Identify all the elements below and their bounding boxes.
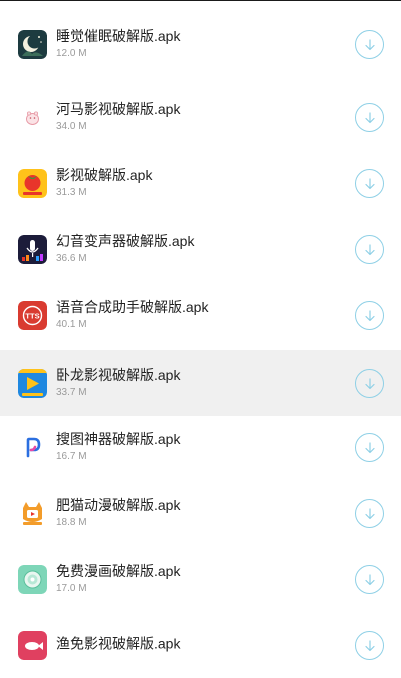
download-button[interactable] (355, 499, 384, 528)
file-name: 肥猫动漫破解版.apk (56, 497, 181, 513)
download-button[interactable] (355, 235, 384, 264)
play-icon (18, 369, 47, 398)
download-arrow-icon (364, 441, 375, 453)
download-arrow-icon (364, 639, 375, 651)
download-button[interactable] (355, 631, 384, 660)
list-item[interactable]: 影视破解版.apk 31.3 M (0, 150, 401, 216)
download-button[interactable] (355, 103, 384, 132)
tomato-icon (18, 169, 47, 198)
file-size: 16.7 M (56, 451, 87, 462)
download-arrow-icon (364, 507, 375, 519)
download-arrow-icon (364, 38, 375, 50)
file-name: 睡觉催眠破解版.apk (56, 28, 181, 44)
microphone-icon (18, 235, 47, 264)
download-button[interactable] (355, 301, 384, 330)
file-name: 幻音变声器破解版.apk (56, 233, 195, 249)
list-item[interactable]: 卧龙影视破解版.apk 33.7 M (0, 350, 401, 416)
file-size: 34.0 M (56, 121, 87, 132)
list-item[interactable]: 肥猫动漫破解版.apk 18.8 M (0, 480, 401, 546)
download-arrow-icon (364, 309, 375, 321)
pinterest-p-icon (18, 433, 47, 462)
comic-icon (18, 565, 47, 594)
download-button[interactable] (355, 169, 384, 198)
file-size: 33.7 M (56, 387, 87, 398)
file-name: 影视破解版.apk (56, 167, 153, 183)
cat-icon (18, 499, 47, 528)
list-item[interactable]: 睡觉催眠破解版.apk 12.0 M (0, 11, 401, 77)
tts-icon: TTS (18, 301, 47, 330)
list-item[interactable]: TTS 语音合成助手破解版.apk 40.1 M (0, 282, 401, 348)
file-name: 卧龙影视破解版.apk (56, 367, 181, 383)
list-item[interactable]: 幻音变声器破解版.apk 36.6 M (0, 216, 401, 282)
download-arrow-icon (364, 573, 375, 585)
list-item[interactable]: 搜图神器破解版.apk 16.7 M (0, 414, 401, 480)
file-name: 语音合成助手破解版.apk (56, 299, 209, 315)
download-arrow-icon (364, 177, 375, 189)
file-name: 渔免影视破解版.apk (56, 635, 181, 652)
list-item[interactable]: 免费漫画破解版.apk 17.0 M (0, 546, 401, 612)
download-button[interactable] (355, 433, 384, 462)
file-size: 12.0 M (56, 48, 87, 59)
file-name: 河马影视破解版.apk (56, 101, 181, 117)
hippo-icon (18, 103, 47, 132)
file-name: 免费漫画破解版.apk (56, 563, 181, 579)
download-button[interactable] (355, 565, 384, 594)
download-arrow-icon (364, 377, 375, 389)
file-size: 18.8 M (56, 517, 87, 528)
moon-sleep-icon (18, 30, 47, 59)
download-button[interactable] (355, 30, 384, 59)
download-button[interactable] (355, 369, 384, 398)
file-size: 17.0 M (56, 583, 87, 594)
list-item[interactable]: 河马影视破解版.apk 34.0 M (0, 84, 401, 150)
file-name: 搜图神器破解版.apk (56, 431, 181, 447)
list-item[interactable]: 渔免影视破解版.apk (0, 612, 401, 678)
fish-icon (18, 631, 47, 660)
file-size: 40.1 M (56, 319, 87, 330)
file-size: 31.3 M (56, 187, 87, 198)
top-divider (0, 0, 401, 1)
svg-text:TTS: TTS (25, 312, 39, 321)
download-arrow-icon (364, 243, 375, 255)
download-arrow-icon (364, 111, 375, 123)
file-size: 36.6 M (56, 253, 87, 264)
